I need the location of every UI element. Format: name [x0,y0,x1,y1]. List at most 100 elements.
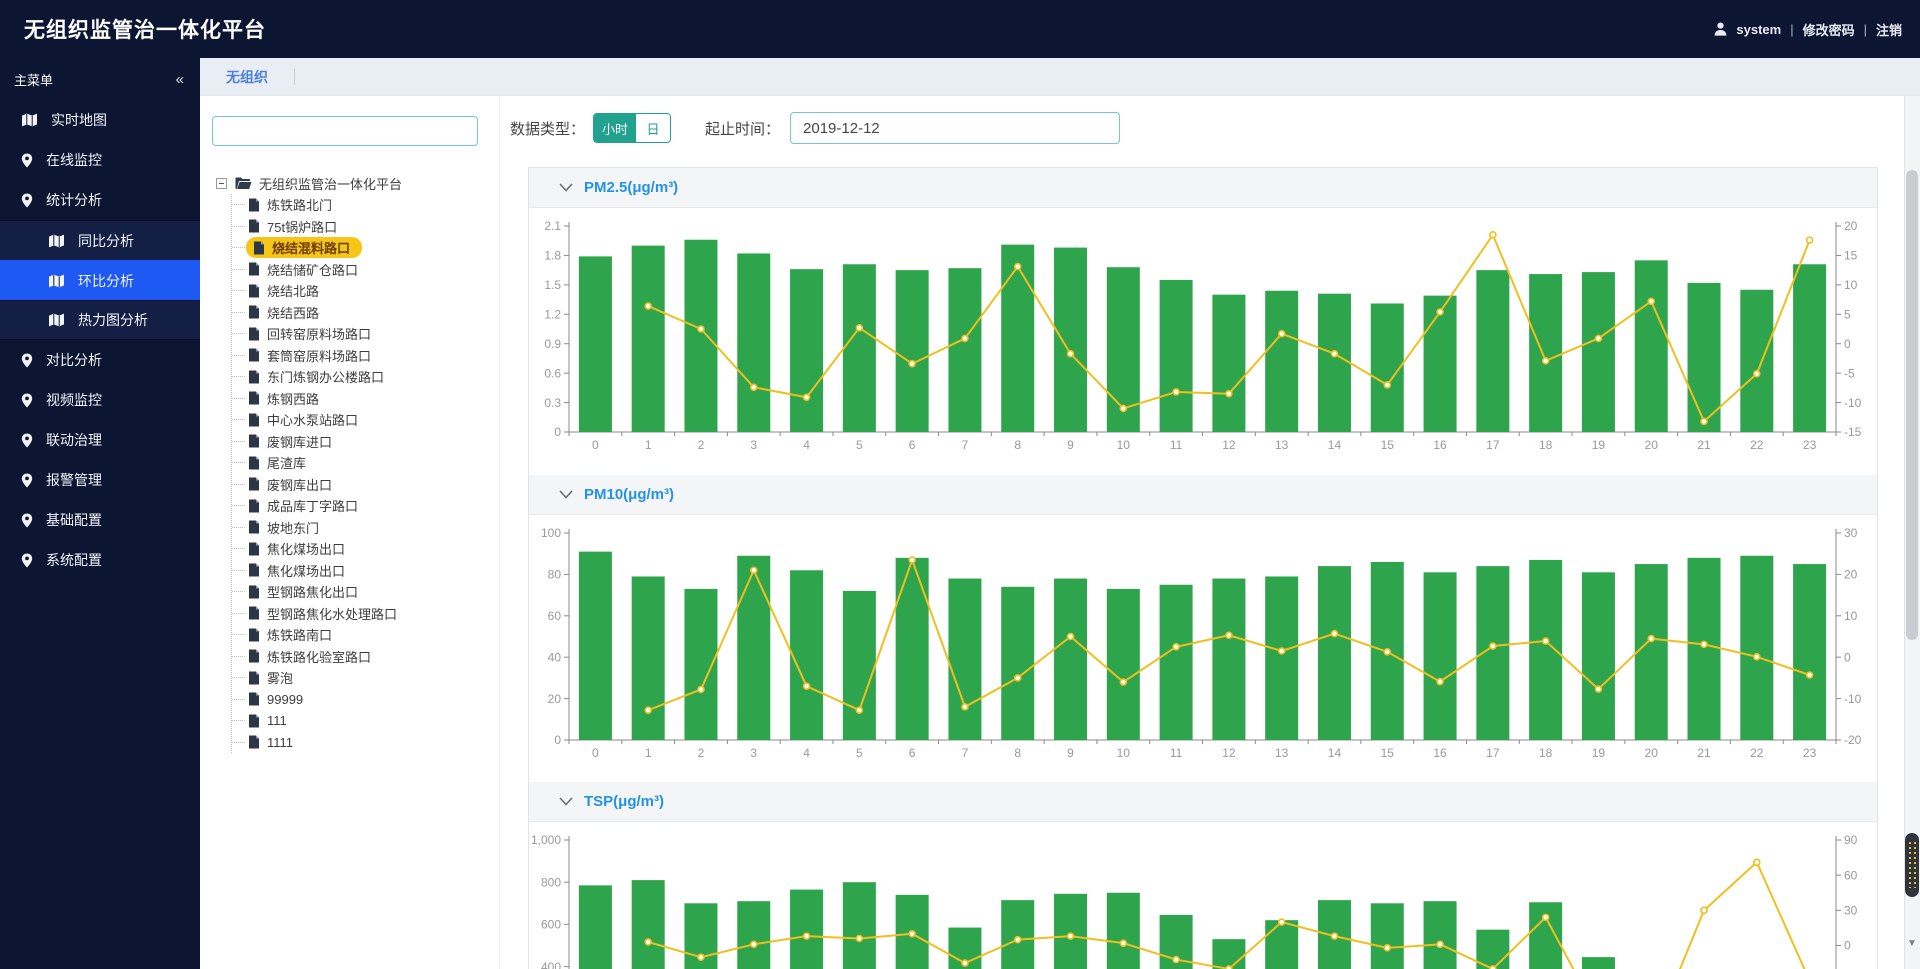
tree-node-1[interactable]: 75t锅炉路口 [232,216,402,238]
top-header: 无组织监管治一体化平台 system | 修改密码 | 注销 [0,0,1920,58]
logout-link[interactable]: 注销 [1876,20,1902,39]
date-range-label: 起止时间： [705,118,780,139]
tree-node-20[interactable]: 炼铁路南口 [232,624,402,646]
chart-svg-2: 02004006008001,000-90-60-300306090012345… [529,822,1877,969]
tree-node-13[interactable]: 废钢库出口 [232,474,402,496]
sidebar-collapse-icon[interactable]: « [176,71,184,88]
sidebar-item-3[interactable]: 对比分析 [0,340,200,380]
tree-node-21[interactable]: 炼铁路化验室路口 [232,646,402,668]
svg-text:9: 9 [1067,746,1074,760]
svg-text:11: 11 [1170,746,1183,760]
sidebar-subitem-2-2[interactable]: 热力图分析 [0,300,200,340]
svg-text:16: 16 [1433,746,1447,760]
svg-text:6: 6 [909,746,916,760]
sidebar-item-7[interactable]: 基础配置 [0,500,200,540]
svg-text:20: 20 [1645,746,1659,760]
tree-node-18[interactable]: 型钢路焦化出口 [232,581,402,603]
svg-text:14: 14 [1328,438,1342,452]
sidebar-menu: 实时地图在线监控统计分析同比分析环比分析热力图分析对比分析视频监控联动治理报警管… [0,100,200,580]
scrollbar-thumb[interactable] [1906,170,1918,640]
chart-svg-0: 00.30.60.91.21.51.82.1-15-10-50510152001… [529,208,1877,464]
pin-icon [21,353,33,368]
tree-node-3[interactable]: 烧结储矿仓路口 [232,259,402,281]
tree-node-2[interactable]: 烧结混料路口 [232,237,402,259]
sidebar-item-0[interactable]: 实时地图 [0,100,200,140]
svg-text:15: 15 [1381,746,1395,760]
sidebar-item-2[interactable]: 统计分析 [0,180,200,220]
svg-text:0: 0 [1844,939,1851,953]
sidebar-item-5[interactable]: 联动治理 [0,420,200,460]
svg-text:22: 22 [1750,438,1764,452]
tab-wuzuzhi[interactable]: 无组织 [200,67,294,87]
chart-section-header-2[interactable]: TSP(μg/m³) [529,782,1877,822]
chart-section-header-0[interactable]: PM2.5(μg/m³) [529,168,1877,208]
tree-node-11[interactable]: 废钢库进口 [232,431,402,453]
sidebar-item-6[interactable]: 报警管理 [0,460,200,500]
tree-connector [232,376,245,377]
svg-text:14: 14 [1328,746,1342,760]
file-icon [248,714,260,728]
svg-text:13: 13 [1275,746,1289,760]
tree-node-6[interactable]: 回转窑原料场路口 [232,323,402,345]
station-tree: 无组织监管治一体化平台炼铁路北门75t锅炉路口烧结混料路口烧结储矿仓路口烧结北路… [216,172,402,753]
sidebar-item-1[interactable]: 在线监控 [0,140,200,180]
svg-text:4: 4 [803,746,810,760]
tree-node-25[interactable]: 1111 [232,732,402,754]
tree-root-node[interactable]: 无组织监管治一体化平台 [216,172,402,194]
change-password-link[interactable]: 修改密码 [1803,20,1855,39]
tree-node-10[interactable]: 中心水泵站路口 [232,409,402,431]
file-icon [248,628,260,642]
tree-node-23[interactable]: 99999 [232,689,402,711]
tree-node-4[interactable]: 烧结北路 [232,280,402,302]
day-toggle-button[interactable]: 日 [636,114,670,142]
tree-node-15[interactable]: 坡地东门 [232,517,402,539]
sidebar-item-label: 在线监控 [46,150,102,170]
tree-node-17[interactable]: 焦化煤场出口 [232,560,402,582]
tree-node-selected[interactable]: 烧结混料路口 [246,237,362,258]
chart-section-header-1[interactable]: PM10(μg/m³) [529,475,1877,515]
chart-section-1: PM10(μg/m³)020406080100-20-1001020300123… [529,475,1877,776]
tab-divider [294,69,295,85]
svg-text:0: 0 [554,425,561,439]
tree-node-9[interactable]: 炼钢西路 [232,388,402,410]
tree-search-input[interactable] [212,116,478,146]
map-icon [21,113,38,127]
sidebar-subitem-2-1[interactable]: 环比分析 [0,260,200,300]
tree-connector [232,591,245,592]
tree-node-22[interactable]: 雾泡 [232,667,402,689]
tree-node-8[interactable]: 东门炼钢办公楼路口 [232,366,402,388]
file-icon [248,520,260,534]
tree-collapse-toggle[interactable] [216,178,227,189]
svg-text:20: 20 [548,692,562,706]
pin-icon [21,153,33,168]
tree-node-5[interactable]: 烧结西路 [232,302,402,324]
tree-node-label: 烧结北路 [267,281,319,300]
file-icon [248,305,260,319]
sidebar-item-8[interactable]: 系统配置 [0,540,200,580]
date-input[interactable] [790,112,1120,144]
tree-connector [232,333,245,334]
tree-node-label: 中心水泵站路口 [267,410,358,429]
tree-node-14[interactable]: 成品库丁字路口 [232,495,402,517]
sidebar-subitem-label: 热力图分析 [78,310,148,330]
svg-text:1.8: 1.8 [544,249,561,263]
tree-node-24[interactable]: 111 [232,710,402,732]
tree-node-7[interactable]: 套筒窑原料场路口 [232,345,402,367]
tree-node-19[interactable]: 型钢路焦化水处理路口 [232,603,402,625]
tree-node-label: 回转窑原料场路口 [267,324,371,343]
tree-node-label: 型钢路焦化出口 [267,582,358,601]
tree-node-12[interactable]: 尾渣库 [232,452,402,474]
scrollbar-down-arrow[interactable]: ▼ [1904,938,1920,949]
hour-toggle-button[interactable]: 小时 [594,114,636,142]
sidebar-item-4[interactable]: 视频监控 [0,380,200,420]
svg-text:16: 16 [1433,438,1447,452]
sidebar-subitem-label: 环比分析 [78,271,134,291]
chart-svg-1: 020406080100-20-100102030012345678910111… [529,515,1877,771]
tree-node-0[interactable]: 炼铁路北门 [232,194,402,216]
tree-node-16[interactable]: 焦化煤场出口 [232,538,402,560]
svg-text:21: 21 [1697,438,1711,452]
bar-series [579,240,1826,432]
user-icon [1714,22,1727,36]
sidebar-subitem-2-0[interactable]: 同比分析 [0,220,200,260]
tree-connector [232,505,245,506]
